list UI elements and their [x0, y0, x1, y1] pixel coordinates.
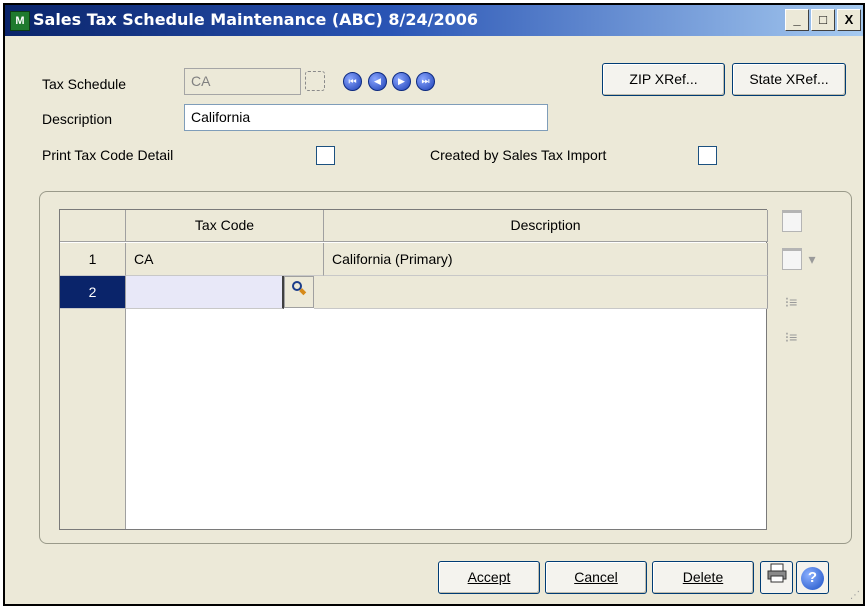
column-header-description[interactable]: Description — [324, 210, 768, 242]
print-tax-code-detail-label: Print Tax Code Detail — [42, 147, 174, 163]
help-button[interactable]: ? — [796, 561, 829, 594]
next-record-icon[interactable]: ▶ — [392, 72, 411, 91]
created-by-import-label: Created by Sales Tax Import — [430, 147, 607, 163]
window-controls: _ □ X — [785, 9, 861, 31]
lookup-icon[interactable] — [305, 71, 325, 91]
indent-icon[interactable]: ⁝≡ — [781, 292, 801, 314]
print-button[interactable] — [760, 561, 793, 594]
help-icon: ? — [801, 567, 824, 590]
cancel-label: Cancel — [574, 569, 618, 585]
grid-corner — [60, 210, 126, 242]
append-row-icon[interactable] — [782, 248, 802, 270]
window-title: Sales Tax Schedule Maintenance (ABC) 8/2… — [33, 10, 478, 29]
tax-schedule-field[interactable]: CA — [184, 68, 301, 95]
close-button[interactable]: X — [837, 9, 861, 31]
row-header-filler — [60, 309, 126, 529]
created-by-import-checkbox[interactable] — [698, 146, 717, 165]
app-icon: M — [10, 11, 30, 31]
column-header-tax-code[interactable]: Tax Code — [126, 210, 324, 242]
sales-tax-schedule-window: M Sales Tax Schedule Maintenance (ABC) 8… — [3, 3, 865, 606]
description-field[interactable]: California — [184, 104, 548, 131]
tax-code-cell-editing[interactable] — [126, 276, 284, 309]
delete-button[interactable]: Delete — [652, 561, 754, 594]
delete-label: Delete — [682, 569, 724, 585]
previous-record-icon[interactable]: ◀ — [368, 72, 387, 91]
maximize-button[interactable]: □ — [811, 9, 835, 31]
description-label: Description — [42, 111, 113, 127]
minimize-button[interactable]: _ — [785, 9, 809, 31]
description-cell[interactable] — [314, 276, 768, 309]
print-tax-code-detail-checkbox[interactable] — [316, 146, 335, 165]
cancel-button[interactable]: Cancel — [545, 561, 647, 594]
tax-code-cell[interactable]: CA — [126, 243, 324, 276]
row-menu-chevron-down-icon[interactable]: ▾ — [804, 249, 820, 271]
insert-row-icon[interactable] — [782, 210, 802, 232]
tax-schedule-label: Tax Schedule — [42, 76, 127, 92]
description-cell[interactable]: California (Primary) — [324, 243, 768, 276]
outdent-icon[interactable]: ⁝≡ — [781, 327, 801, 349]
zip-xref-button[interactable]: ZIP XRef... — [602, 63, 725, 96]
last-record-icon[interactable]: ⏭ — [416, 72, 435, 91]
tax-code-grid: Tax Code Description 1 CA California (Pr… — [59, 209, 768, 530]
accept-label: Accept — [467, 569, 511, 585]
row-number[interactable]: 1 — [60, 243, 126, 276]
cell-lookup-icon[interactable] — [284, 276, 314, 308]
printer-icon — [767, 563, 786, 583]
resize-grip-icon[interactable]: ⋰ — [850, 590, 860, 601]
accept-button[interactable]: Accept — [438, 561, 540, 594]
state-xref-button[interactable]: State XRef... — [732, 63, 846, 96]
title-bar[interactable]: M Sales Tax Schedule Maintenance (ABC) 8… — [5, 5, 863, 36]
row-number-selected[interactable]: 2 — [60, 276, 126, 309]
first-record-icon[interactable]: ⏮ — [343, 72, 362, 91]
